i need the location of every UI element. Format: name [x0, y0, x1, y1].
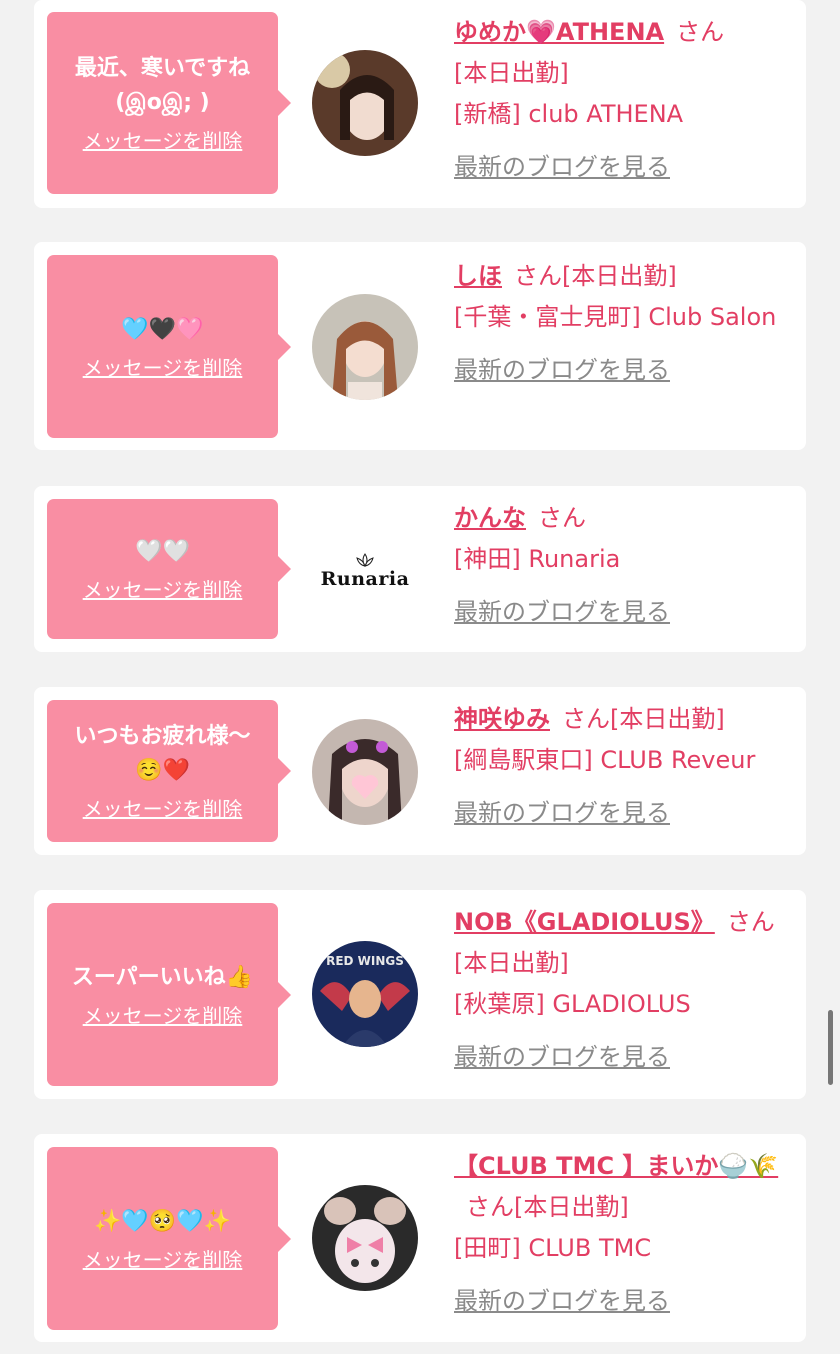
- honorific: さん[本日出勤]: [466, 1193, 629, 1221]
- view-blog-link[interactable]: 最新のブログを見る: [454, 147, 670, 188]
- cast-info: NOB《GLADIOLUS》 さん[本日出勤] [秋葉原] GLADIOLUS 最…: [454, 902, 794, 1078]
- delete-message-link[interactable]: メッセージを削除: [83, 577, 243, 603]
- message-bubble: スーパーいいね👍 メッセージを削除: [47, 903, 291, 1086]
- lotus-icon: [356, 553, 374, 567]
- shop-location: [千葉・富士見町] Club Salon: [454, 303, 777, 331]
- shop-location: [秋葉原] GLADIOLUS: [454, 990, 691, 1018]
- cast-info: かんな さん [神田] Runaria 最新のブログを見る: [454, 498, 794, 633]
- delete-message-link[interactable]: メッセージを削除: [83, 355, 243, 381]
- message-text: 🩵🖤🩷: [121, 316, 204, 342]
- message-bubble: 🩵🖤🩷 メッセージを削除: [47, 255, 291, 438]
- delete-message-link[interactable]: メッセージを削除: [83, 1003, 243, 1029]
- avatar[interactable]: [312, 1185, 418, 1291]
- cast-name-link[interactable]: NOB《GLADIOLUS》: [454, 908, 715, 936]
- cast-info: しほ さん[本日出勤] [千葉・富士見町] Club Salon 最新のブログを見…: [454, 256, 794, 391]
- cast-info: 【CLUB TMC 】まいか🍚🌾 さん[本日出勤] [田町] CLUB TMC 最…: [454, 1146, 794, 1322]
- delete-message-link[interactable]: メッセージを削除: [83, 128, 243, 154]
- message-text: スーパーいいね👍: [71, 964, 254, 990]
- cast-name-link[interactable]: ゆめか💗ATHENA: [454, 18, 664, 46]
- cast-info: 神咲ゆみ さん[本日出勤] [綱島駅東口] CLUB Reveur 最新のブログを…: [454, 699, 814, 834]
- view-blog-link[interactable]: 最新のブログを見る: [454, 592, 670, 633]
- honorific: さん[本日出勤]: [514, 262, 677, 290]
- message-card: スーパーいいね👍 メッセージを削除 RED WINGS NOB《GLADIOLU…: [34, 890, 806, 1099]
- avatar-text: RED WINGS: [326, 954, 404, 968]
- message-text: ✨🩵🥺🩵✨: [94, 1208, 231, 1234]
- view-blog-link[interactable]: 最新のブログを見る: [454, 1281, 670, 1322]
- avatar[interactable]: [312, 50, 418, 156]
- view-blog-link[interactable]: 最新のブログを見る: [454, 1037, 670, 1078]
- message-text: 最近、寒いですね(இoஇ; ): [74, 56, 251, 115]
- message-card: 最近、寒いですね(இoஇ; ) メッセージを削除 ゆめか💗ATHENA さん [本…: [34, 0, 806, 208]
- avatar[interactable]: [312, 294, 418, 400]
- message-card: 🤍🤍 メッセージを削除 Runaria かんな さん [神田] Runaria 最…: [34, 486, 806, 652]
- message-text: 🤍🤍: [135, 539, 190, 564]
- delete-message-link[interactable]: メッセージを削除: [83, 796, 243, 822]
- message-bubble: いつもお疲れ様〜☺️❤️ メッセージを削除: [47, 700, 291, 842]
- honorific: さん: [676, 18, 725, 46]
- message-bubble: 🤍🤍 メッセージを削除: [47, 499, 291, 639]
- cast-name-link[interactable]: かんな: [454, 504, 526, 532]
- message-bubble: ✨🩵🥺🩵✨ メッセージを削除: [47, 1147, 291, 1330]
- cast-name-link[interactable]: しほ: [454, 262, 502, 290]
- view-blog-link[interactable]: 最新のブログを見る: [454, 793, 670, 834]
- shop-location: [綱島駅東口] CLUB Reveur: [454, 746, 756, 774]
- honorific: さん: [538, 504, 586, 532]
- avatar[interactable]: RED WINGS: [312, 941, 418, 1047]
- cast-name-link[interactable]: 神咲ゆみ: [454, 705, 550, 733]
- cast-name-link[interactable]: 【CLUB TMC 】まいか🍚🌾: [454, 1152, 778, 1180]
- avatar[interactable]: [312, 719, 418, 825]
- work-status: [本日出勤]: [454, 59, 569, 87]
- message-text: いつもお疲れ様〜☺️❤️: [74, 724, 251, 783]
- view-blog-link[interactable]: 最新のブログを見る: [454, 350, 670, 391]
- shop-location: [田町] CLUB TMC: [454, 1234, 652, 1262]
- logo-text: Runaria: [320, 568, 410, 590]
- honorific: さん[本日出勤]: [562, 705, 725, 733]
- scrollbar[interactable]: [828, 1010, 833, 1085]
- message-card: 🩵🖤🩷 メッセージを削除 しほ さん[本日出勤] [千葉・富士見町] Club S…: [34, 242, 806, 450]
- shop-location: [神田] Runaria: [454, 545, 621, 573]
- message-card: ✨🩵🥺🩵✨ メッセージを削除 【CLUB TMC 】まいか🍚🌾 さん[本日出勤] …: [34, 1134, 806, 1342]
- delete-message-link[interactable]: メッセージを削除: [83, 1247, 243, 1273]
- message-bubble: 最近、寒いですね(இoஇ; ) メッセージを削除: [47, 12, 291, 194]
- shop-logo[interactable]: Runaria: [312, 518, 418, 624]
- cast-info: ゆめか💗ATHENA さん [本日出勤] [新橋] club ATHENA 最新の…: [454, 12, 794, 188]
- shop-location: [新橋] club ATHENA: [454, 100, 684, 128]
- message-card: いつもお疲れ様〜☺️❤️ メッセージを削除 神咲ゆみ さん[本日出勤] [綱島駅東…: [34, 687, 806, 855]
